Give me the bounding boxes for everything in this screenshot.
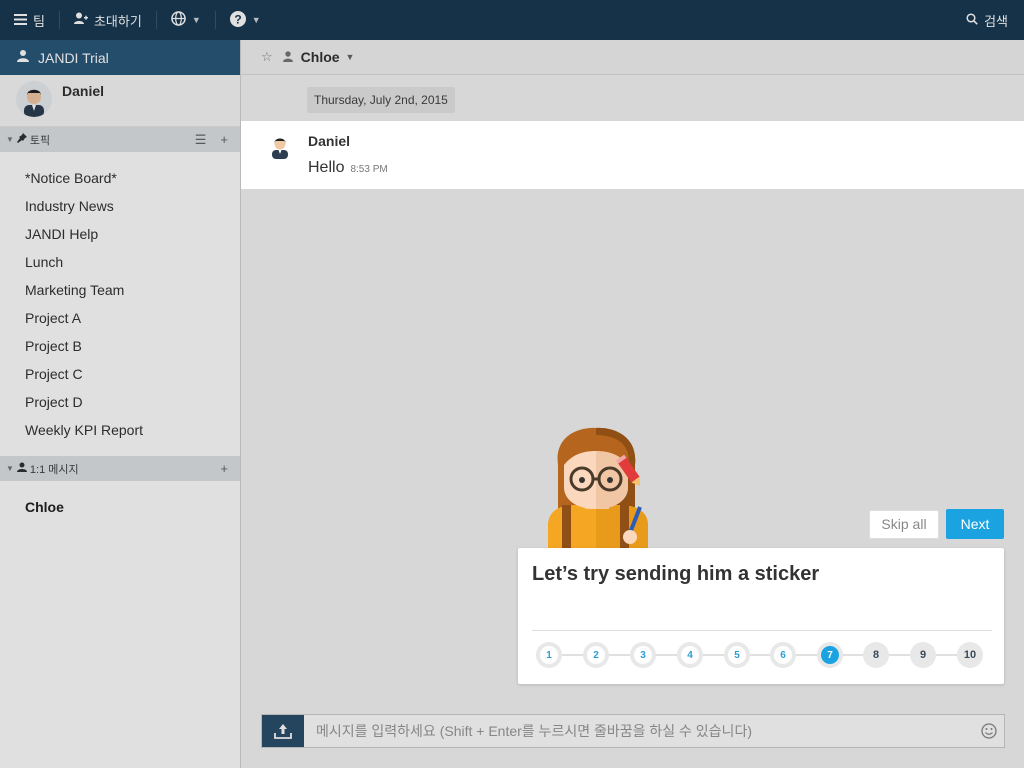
step-10[interactable]: 10 — [957, 642, 983, 668]
add-dm-icon[interactable]: + — [220, 461, 228, 476]
invite-button[interactable]: 초대하기 — [60, 0, 156, 40]
team-header[interactable]: JANDI Trial — [0, 40, 240, 75]
dm-list: Chloe — [0, 481, 240, 521]
dm-item[interactable]: Chloe — [0, 493, 240, 521]
hamburger-icon — [14, 13, 27, 28]
step-4[interactable]: 4 — [677, 642, 703, 668]
team-name: JANDI Trial — [38, 49, 109, 66]
smiley-icon — [981, 723, 997, 739]
svg-text:?: ? — [234, 12, 241, 26]
person-icon — [16, 462, 27, 475]
topic-item[interactable]: Project B — [0, 332, 240, 360]
step-3[interactable]: 3 — [630, 642, 656, 668]
topics-section-header[interactable]: ▼ 토픽 ☰ + — [0, 127, 240, 152]
step-label: 5 — [728, 646, 746, 664]
topic-item[interactable]: Marketing Team — [0, 276, 240, 304]
search-icon — [966, 12, 978, 28]
team-icon — [16, 49, 30, 66]
step-label: 9 — [919, 649, 927, 661]
step-label: 8 — [872, 649, 880, 661]
step-7-current[interactable]: 7 — [817, 642, 843, 668]
topic-item[interactable]: Lunch — [0, 248, 240, 276]
step-label: 2 — [587, 646, 605, 664]
tutorial-card: Let’s try sending him a sticker 1 2 3 4 … — [518, 548, 1004, 684]
step-label: 4 — [681, 646, 699, 664]
star-icon[interactable]: ☆ — [261, 49, 273, 65]
chevron-down-icon: ▼ — [191, 15, 201, 25]
chevron-down-icon: ▼ — [251, 15, 261, 25]
dm-section-header[interactable]: ▼ 1:1 메시지 + — [0, 456, 240, 481]
upload-icon — [274, 724, 292, 739]
sidebar: JANDI Trial Daniel ▼ 토픽 ☰ + *Notice Boar… — [0, 40, 241, 768]
message-author: Daniel — [308, 133, 351, 149]
next-button[interactable]: Next — [946, 509, 1004, 539]
message-time: 8:53 PM — [350, 164, 388, 175]
message-input[interactable] — [304, 715, 974, 747]
add-topic-icon[interactable]: + — [220, 132, 228, 147]
step-label: 1 — [540, 646, 558, 664]
date-divider: Thursday, July 2nd, 2015 — [307, 87, 455, 113]
language-button[interactable]: ▼ — [157, 0, 215, 40]
search-label: 검색 — [984, 13, 1008, 29]
message-body: Hello — [308, 159, 345, 176]
divider — [532, 630, 992, 631]
dm-header-label: 1:1 메시지 — [29, 463, 79, 476]
message-composer — [261, 714, 1005, 748]
globe-icon — [171, 11, 186, 29]
team-menu-label: 팀 — [33, 13, 45, 29]
list-icon[interactable]: ☰ — [195, 132, 207, 148]
help-icon: ? — [229, 10, 246, 30]
topic-item[interactable]: Project D — [0, 388, 240, 416]
chat-header: ☆ Chloe ▼ — [241, 40, 1024, 75]
highlighted-message: Daniel Hello 8:53 PM — [241, 121, 1024, 189]
message-text: Hello 8:53 PM — [308, 159, 388, 177]
tutorial-title: Let’s try sending him a sticker — [532, 563, 820, 585]
caret-down-icon: ▼ — [6, 135, 14, 144]
step-label: 3 — [634, 646, 652, 664]
search-button[interactable]: 검색 — [966, 0, 1008, 40]
person-icon — [282, 49, 293, 65]
mascot-illustration — [540, 425, 660, 549]
step-2[interactable]: 2 — [583, 642, 609, 668]
topics-header-label: 토픽 — [29, 134, 51, 147]
topic-item[interactable]: *Notice Board* — [0, 164, 240, 192]
chevron-down-icon[interactable]: ▼ — [346, 52, 355, 62]
profile[interactable]: Daniel — [0, 75, 240, 127]
chat-title[interactable]: Chloe — [301, 49, 340, 65]
avatar — [267, 133, 293, 159]
profile-name: Daniel — [62, 83, 105, 99]
skip-all-button[interactable]: Skip all — [869, 510, 939, 539]
topic-item[interactable]: Weekly KPI Report — [0, 416, 240, 444]
topic-item[interactable]: Project C — [0, 360, 240, 388]
step-8[interactable]: 8 — [863, 642, 889, 668]
help-button[interactable]: ? ▼ — [216, 0, 275, 40]
step-1[interactable]: 1 — [536, 642, 562, 668]
step-label: 6 — [774, 646, 792, 664]
upload-button[interactable] — [262, 715, 304, 747]
tutorial-stepper: 1 2 3 4 5 6 7 8 9 10 — [536, 640, 992, 670]
invite-label: 초대하기 — [93, 13, 142, 29]
top-bar: 팀 초대하기 ▼ ? ▼ 검색 — [0, 0, 1024, 40]
step-6[interactable]: 6 — [770, 642, 796, 668]
topic-item[interactable]: Industry News — [0, 192, 240, 220]
add-user-icon — [73, 12, 88, 28]
topic-item[interactable]: JANDI Help — [0, 220, 240, 248]
step-5[interactable]: 5 — [724, 642, 750, 668]
pin-icon — [16, 133, 27, 146]
step-9[interactable]: 9 — [910, 642, 936, 668]
topic-list: *Notice Board* Industry News JANDI Help … — [0, 152, 240, 456]
step-label: 7 — [821, 646, 839, 664]
caret-down-icon: ▼ — [6, 464, 14, 473]
team-menu-button[interactable]: 팀 — [0, 0, 59, 40]
emoji-button[interactable] — [974, 723, 1004, 739]
avatar — [16, 81, 52, 117]
topic-item[interactable]: Project A — [0, 304, 240, 332]
step-label: 10 — [963, 649, 977, 661]
